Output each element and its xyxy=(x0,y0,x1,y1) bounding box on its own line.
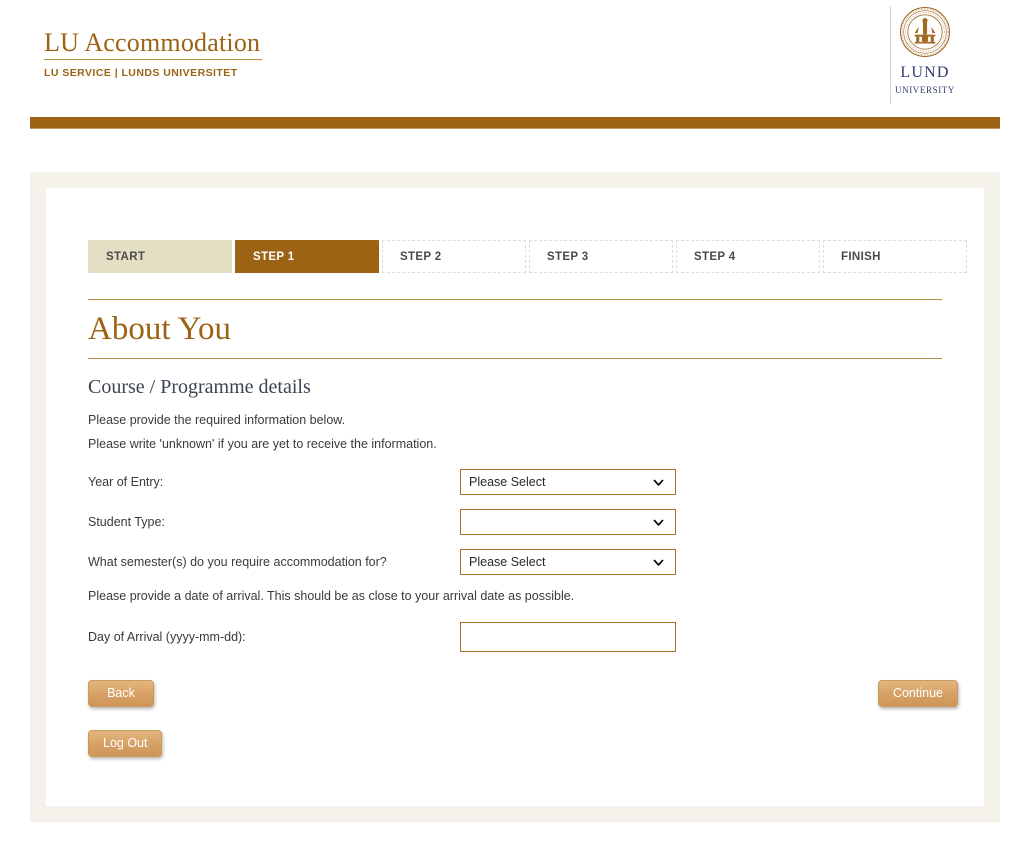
year-of-entry-value: Please Select xyxy=(469,475,546,490)
instruction-text-2: Please write 'unknown' if you are yet to… xyxy=(88,436,437,451)
header-accent-bar xyxy=(30,117,1000,129)
semesters-label: What semester(s) do you require accommod… xyxy=(88,555,387,570)
step-progress-nav: START STEP 1 STEP 2 STEP 3 STEP 4 FINISH xyxy=(88,240,967,273)
semesters-value: Please Select xyxy=(469,555,546,570)
step-tab-step-4[interactable]: STEP 4 xyxy=(676,240,820,273)
field-row-day-of-arrival: Day of Arrival (yyyy-mm-dd): xyxy=(88,621,942,652)
student-type-label: Student Type: xyxy=(88,515,165,530)
form-container: START STEP 1 STEP 2 STEP 3 STEP 4 FINISH… xyxy=(46,188,984,806)
field-row-semesters: What semester(s) do you require accommod… xyxy=(88,549,942,576)
year-of-entry-select[interactable]: Please Select xyxy=(460,469,676,496)
brand-block: LU Accommodation LU SERVICE | LUNDS UNIV… xyxy=(44,29,262,79)
brand-subtitle: LU SERVICE | LUNDS UNIVERSITET xyxy=(44,67,238,80)
page-title-rule-top xyxy=(88,299,942,300)
continue-button[interactable]: Continue xyxy=(877,679,958,707)
step-tab-step-2[interactable]: STEP 2 xyxy=(382,240,526,273)
lund-seal-icon xyxy=(899,6,951,58)
brand-underline xyxy=(44,59,262,61)
back-button[interactable]: Back xyxy=(88,679,154,707)
step-tab-start[interactable]: START xyxy=(88,240,232,273)
site-header: LU Accommodation LU SERVICE | LUNDS UNIV… xyxy=(0,0,1024,129)
semesters-select[interactable]: Please Select xyxy=(460,549,676,576)
day-of-arrival-input[interactable] xyxy=(460,621,676,652)
day-of-arrival-label: Day of Arrival (yyyy-mm-dd): xyxy=(88,629,246,644)
chevron-down-icon xyxy=(653,559,664,566)
logo-word-lund: LUND xyxy=(900,57,950,82)
year-of-entry-label: Year of Entry: xyxy=(88,475,164,490)
instruction-text-3: Please provide a date of arrival. This s… xyxy=(88,589,575,604)
page-title-rule-bottom xyxy=(88,357,942,359)
step-tab-finish[interactable]: FINISH xyxy=(823,240,967,273)
logo-wordmark: LUND UNIVERSITY xyxy=(870,58,980,95)
step-tab-step-3[interactable]: STEP 3 xyxy=(529,240,673,273)
log-out-button[interactable]: Log Out xyxy=(88,729,163,757)
page-title: About You xyxy=(88,311,232,347)
content-panel: START STEP 1 STEP 2 STEP 3 STEP 4 FINISH… xyxy=(30,172,1000,822)
logo-word-university: UNIVERSITY xyxy=(895,81,955,96)
step-tab-step-1[interactable]: STEP 1 xyxy=(235,240,379,273)
chevron-down-icon xyxy=(653,519,664,526)
section-title: Course / Programme details xyxy=(88,375,311,398)
lund-university-logo: LUND UNIVERSITY xyxy=(870,6,980,95)
chevron-down-icon xyxy=(653,479,664,486)
instruction-text-1: Please provide the required information … xyxy=(88,412,346,427)
brand-title: LU Accommodation xyxy=(44,28,261,57)
field-row-student-type: Student Type: xyxy=(88,509,942,536)
form-actions: Back Continue xyxy=(88,679,958,710)
field-row-year-of-entry: Year of Entry: Please Select xyxy=(88,469,942,496)
student-type-select[interactable] xyxy=(460,509,676,536)
